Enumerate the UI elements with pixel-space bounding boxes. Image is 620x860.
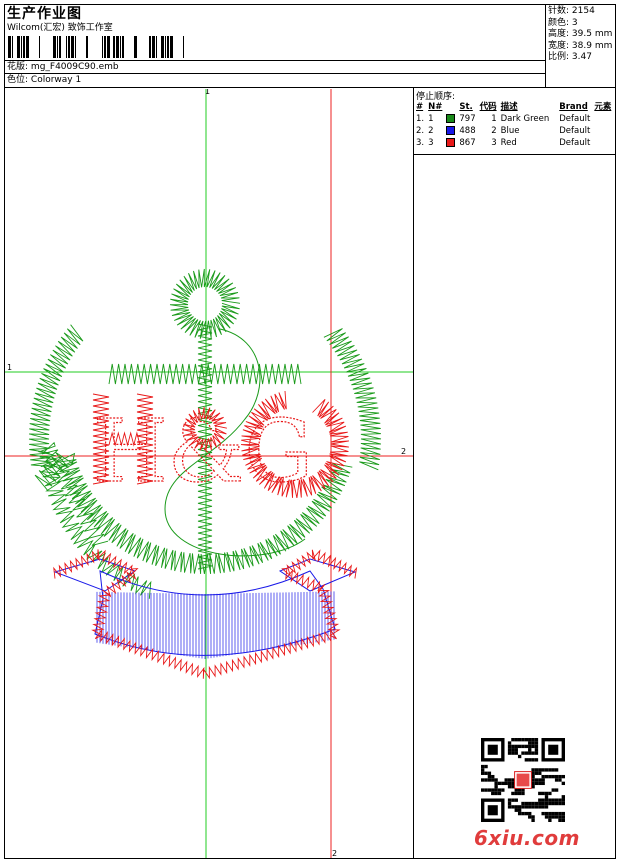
- stats-panel: 针数: 2154 颜色: 3 高度: 39.5 mm 宽度: 38.9 mm 比…: [548, 6, 612, 64]
- design-file-value: mg_F4009C90.emb: [30, 62, 119, 72]
- col-header-index: #: [416, 102, 424, 112]
- table-header-row: # N# St. 代码 描述 Brand 元素: [414, 101, 613, 113]
- stop-sequence-table: # N# St. 代码 描述 Brand 元素 1. 1 797 1 Dark …: [414, 101, 613, 149]
- colorway-row: 色位: Colorway 1: [7, 75, 81, 86]
- col-header-element: 元素: [594, 102, 612, 112]
- design-divider: [413, 87, 414, 859]
- stat-stitches: 针数: 2154: [548, 6, 595, 16]
- stat-height: 高度: 39.5 mm: [548, 29, 613, 39]
- embroidery-preview: 1 1 2 2 H&G: [5, 89, 413, 858]
- color-swatch-blue: [446, 126, 456, 135]
- table-row: 2. 2 488 2 Blue Default: [416, 126, 591, 136]
- col-header-n: N#: [428, 102, 443, 112]
- stops-bottom: [413, 154, 616, 155]
- marker-right: 2: [401, 447, 406, 456]
- marker-top: 1: [205, 89, 210, 96]
- stats-divider: [545, 4, 546, 87]
- col-header-desc: 描述: [500, 102, 518, 112]
- stat-scale: 比例: 3.47: [548, 52, 592, 62]
- color-swatch-red: [446, 138, 456, 147]
- qr-code: [481, 738, 565, 822]
- col-header-stitches: St.: [459, 102, 473, 112]
- design-file-row: 花版: mg_F4009C90.emb: [7, 62, 119, 73]
- colorway-value: Colorway 1: [30, 75, 82, 85]
- header-divider-2: [4, 73, 545, 74]
- colorway-label: 色位:: [7, 75, 29, 85]
- barcode: [8, 36, 184, 58]
- header-bottom: [4, 87, 616, 88]
- company-name: Wilcom(汇宏) 致饰工作室: [7, 23, 113, 33]
- stat-colors: 颜色: 3: [548, 17, 578, 28]
- watermark-brand: 6xiu.com: [474, 826, 580, 850]
- table-row: 1. 1 797 1 Dark Green Default: [416, 114, 591, 124]
- stat-width: 宽度: 38.9 mm: [548, 40, 613, 51]
- col-header-brand: Brand: [559, 102, 588, 112]
- design-file-label: 花版:: [7, 62, 29, 72]
- col-header-code: 代码: [479, 102, 497, 112]
- color-swatch-green: [446, 114, 456, 123]
- marker-bottom: 2: [332, 849, 337, 858]
- design-letters: H&G: [93, 402, 313, 502]
- marker-left: 1: [7, 363, 12, 372]
- header-divider-1: [4, 60, 545, 61]
- page-title: 生产作业图: [7, 6, 82, 22]
- table-row: 3. 3 867 3 Red Default: [416, 138, 591, 148]
